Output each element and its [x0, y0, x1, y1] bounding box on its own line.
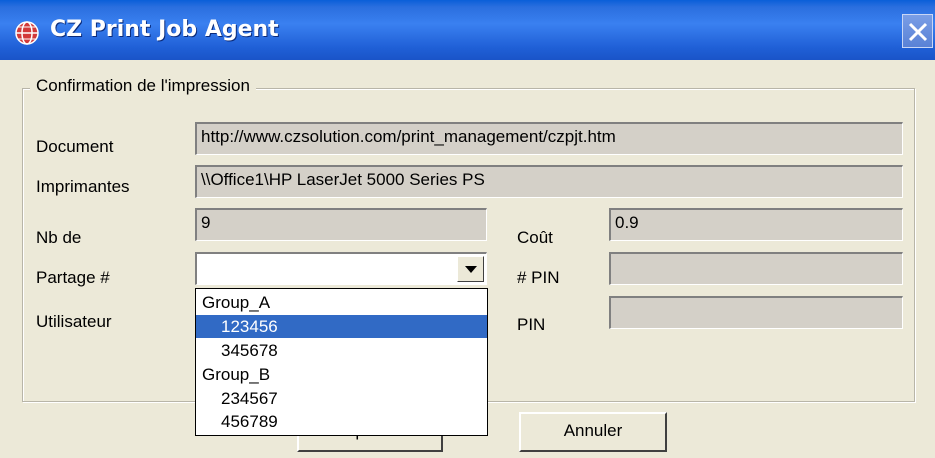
pin-label: PIN [517, 315, 546, 334]
groupbox-legend: Confirmation de l'impression [30, 76, 256, 96]
window-title: CZ Print Job Agent [50, 17, 279, 42]
dropdown-option[interactable]: 123456 [196, 315, 487, 338]
pin-number-label: # PIN [517, 268, 560, 287]
document-field: http://www.czsolution.com/print_manageme… [195, 122, 903, 155]
cost-field: 0.9 [609, 208, 903, 241]
printer-field: \\Office1\HP LaserJet 5000 Series PS [195, 165, 903, 198]
title-bar[interactable]: CZ Print Job Agent [0, 0, 935, 60]
dropdown-option[interactable]: 456789 [196, 410, 487, 433]
close-button[interactable] [902, 14, 933, 48]
print-job-agent-window: CZ Print Job Agent Confirmation de l'imp… [0, 0, 935, 458]
pin-number-field [609, 252, 903, 285]
chevron-down-icon [465, 266, 477, 273]
dropdown-option[interactable]: 234567 [196, 387, 487, 410]
dropdown-group-header: Group_B [202, 365, 271, 384]
share-combobox[interactable] [195, 252, 487, 285]
copies-field: 9 [195, 208, 487, 241]
cost-label: Coût [517, 228, 553, 247]
globe-icon [15, 21, 39, 45]
share-label: Partage # [36, 268, 110, 287]
dropdown-option[interactable]: 345678 [196, 339, 487, 362]
copies-label: Nb de [36, 228, 82, 247]
combobox-dropdown-button[interactable] [457, 256, 484, 282]
user-label: Utilisateur [36, 312, 112, 331]
dropdown-group-header: Group_A [202, 293, 271, 312]
close-icon [908, 22, 928, 42]
document-label: Document [36, 137, 114, 156]
printer-label: Imprimantes [36, 177, 130, 196]
share-dropdown-list[interactable]: Group_A 123456 345678 Group_B 234567 456… [195, 288, 488, 436]
pin-field [609, 296, 903, 329]
cancel-button[interactable]: Annuler [519, 412, 667, 452]
